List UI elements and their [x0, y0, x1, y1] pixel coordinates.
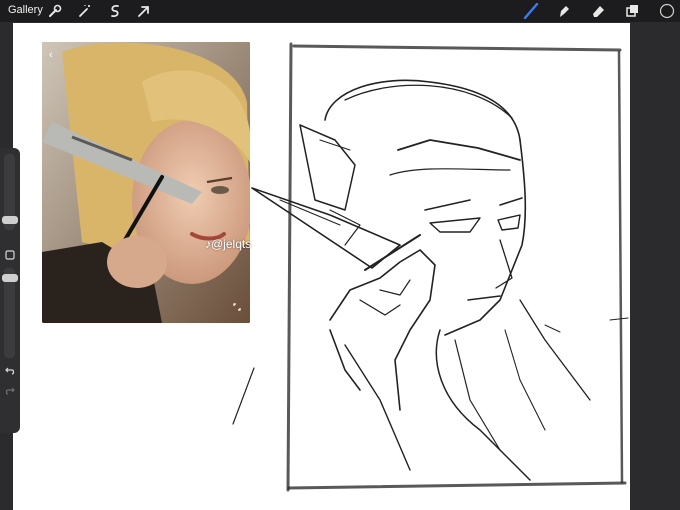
- reference-photo: [42, 42, 250, 323]
- reference-image[interactable]: [42, 42, 250, 323]
- undo-icon[interactable]: [5, 366, 15, 376]
- reference-back-icon[interactable]: ‹: [49, 49, 53, 61]
- modify-button[interactable]: [5, 250, 15, 260]
- brush-size-thumb[interactable]: [2, 216, 18, 224]
- expand-icon[interactable]: [233, 303, 241, 311]
- opacity-thumb[interactable]: [2, 274, 18, 282]
- redo-icon[interactable]: [5, 386, 15, 396]
- opacity-slider[interactable]: [2, 268, 18, 358]
- left-sidebar: [0, 148, 20, 433]
- brush-size-slider[interactable]: [2, 154, 18, 230]
- reference-watermark: ♪@jelqts: [205, 237, 252, 251]
